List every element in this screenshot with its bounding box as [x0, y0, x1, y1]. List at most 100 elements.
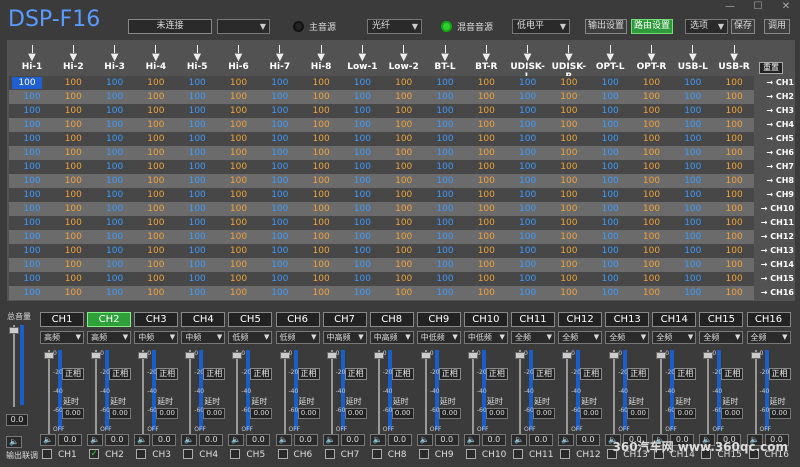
matrix-cell[interactable]: 100: [301, 175, 341, 187]
phase-button[interactable]: 正相: [674, 368, 697, 380]
filter-select[interactable]: 高频 ▼: [87, 331, 132, 344]
matrix-cell[interactable]: 100: [136, 91, 176, 103]
matrix-cell[interactable]: 100: [714, 287, 754, 299]
phase-button[interactable]: 正相: [62, 368, 84, 380]
matrix-cell[interactable]: 100: [53, 273, 93, 285]
matrix-cell[interactable]: 100: [53, 203, 93, 215]
matrix-cell[interactable]: 100: [425, 217, 465, 229]
matrix-cell[interactable]: 100: [95, 105, 135, 117]
matrix-cell[interactable]: 100: [549, 259, 589, 271]
matrix-cell[interactable]: 100: [714, 119, 754, 131]
matrix-cell[interactable]: 100: [549, 91, 589, 103]
matrix-cell[interactable]: 100: [673, 259, 713, 271]
master-fader[interactable]: [9, 325, 19, 407]
matrix-cell[interactable]: 100: [384, 105, 424, 117]
matrix-cell[interactable]: 100: [590, 161, 630, 173]
matrix-cell[interactable]: 100: [53, 133, 93, 145]
matrix-cell[interactable]: 100: [95, 231, 135, 243]
delay-value[interactable]: 0.00: [156, 408, 179, 419]
matrix-cell[interactable]: 100: [590, 105, 630, 117]
minimize-icon[interactable]: —: [716, 0, 744, 14]
matrix-cell[interactable]: 100: [301, 203, 341, 215]
delay-value[interactable]: 0.00: [627, 408, 650, 419]
matrix-cell[interactable]: 100: [12, 189, 52, 201]
matrix-cell[interactable]: 100: [508, 259, 548, 271]
delay-value[interactable]: 0.00: [297, 408, 320, 419]
matrix-cell[interactable]: 100: [384, 77, 424, 89]
matrix-cell[interactable]: 100: [301, 287, 341, 299]
matrix-cell[interactable]: 100: [53, 147, 93, 159]
matrix-cell[interactable]: 100: [714, 91, 754, 103]
matrix-cell[interactable]: 100: [466, 161, 506, 173]
matrix-cell[interactable]: 100: [177, 217, 217, 229]
matrix-cell[interactable]: 100: [425, 287, 465, 299]
matrix-cell[interactable]: 100: [301, 259, 341, 271]
matrix-cell[interactable]: 100: [425, 245, 465, 257]
matrix-cell[interactable]: 100: [12, 273, 52, 285]
filter-select[interactable]: 中高频 ▼: [322, 331, 367, 344]
matrix-cell[interactable]: 100: [301, 217, 341, 229]
matrix-cell[interactable]: 100: [219, 175, 259, 187]
matrix-cell[interactable]: 100: [95, 259, 135, 271]
matrix-cell[interactable]: 100: [301, 231, 341, 243]
matrix-cell[interactable]: 100: [95, 189, 135, 201]
matrix-cell[interactable]: 100: [590, 147, 630, 159]
phase-button[interactable]: 正相: [203, 368, 226, 380]
matrix-cell[interactable]: 100: [219, 77, 259, 89]
matrix-cell[interactable]: 100: [508, 77, 548, 89]
matrix-cell[interactable]: 100: [12, 175, 52, 187]
matrix-cell[interactable]: 100: [53, 77, 93, 89]
matrix-cell[interactable]: 100: [136, 175, 176, 187]
matrix-cell[interactable]: 100: [466, 203, 506, 215]
matrix-cell[interactable]: 100: [136, 245, 176, 257]
matrix-cell[interactable]: 100: [673, 189, 713, 201]
matrix-cell[interactable]: 100: [342, 231, 382, 243]
matrix-cell[interactable]: 100: [425, 77, 465, 89]
matrix-cell[interactable]: 100: [590, 91, 630, 103]
matrix-cell[interactable]: 100: [549, 175, 589, 187]
matrix-cell[interactable]: 100: [508, 119, 548, 131]
matrix-cell[interactable]: 100: [53, 91, 93, 103]
matrix-cell[interactable]: 100: [219, 287, 259, 299]
matrix-cell[interactable]: 100: [219, 91, 259, 103]
matrix-cell[interactable]: 100: [425, 231, 465, 243]
matrix-cell[interactable]: 100: [590, 133, 630, 145]
matrix-cell[interactable]: 100: [384, 273, 424, 285]
matrix-cell[interactable]: 100: [673, 203, 713, 215]
matrix-cell[interactable]: 100: [632, 91, 672, 103]
matrix-cell[interactable]: 100: [342, 203, 382, 215]
matrix-cell[interactable]: 100: [177, 175, 217, 187]
matrix-cell[interactable]: 100: [260, 245, 300, 257]
matrix-cell[interactable]: 100: [260, 203, 300, 215]
matrix-cell[interactable]: 100: [219, 161, 259, 173]
matrix-cell[interactable]: 100: [12, 133, 52, 145]
matrix-cell[interactable]: 100: [260, 105, 300, 117]
matrix-cell[interactable]: 100: [673, 175, 713, 187]
matrix-cell[interactable]: 100: [219, 147, 259, 159]
output-link-checkbox[interactable]: ✓: [89, 449, 100, 459]
delay-value[interactable]: 0.00: [485, 408, 508, 419]
output-link-checkbox[interactable]: [560, 449, 571, 459]
matrix-cell[interactable]: 100: [425, 161, 465, 173]
phase-button[interactable]: 正相: [344, 368, 367, 380]
matrix-cell[interactable]: 100: [549, 105, 589, 117]
matrix-cell[interactable]: 100: [301, 91, 341, 103]
matrix-cell[interactable]: 100: [342, 175, 382, 187]
matrix-cell[interactable]: 100: [466, 273, 506, 285]
matrix-cell[interactable]: 100: [632, 119, 672, 131]
matrix-cell[interactable]: 100: [714, 147, 754, 159]
matrix-cell[interactable]: 100: [590, 273, 630, 285]
delay-value[interactable]: 0.00: [344, 408, 367, 419]
filter-select[interactable]: 全频 ▼: [652, 331, 697, 344]
matrix-cell[interactable]: 100: [549, 287, 589, 299]
matrix-cell[interactable]: 100: [590, 217, 630, 229]
matrix-cell[interactable]: 100: [549, 119, 589, 131]
matrix-cell[interactable]: 100: [260, 273, 300, 285]
matrix-cell[interactable]: 100: [466, 287, 506, 299]
matrix-cell[interactable]: 100: [219, 189, 259, 201]
channel-button[interactable]: CH7: [322, 312, 367, 327]
matrix-cell[interactable]: 100: [136, 287, 176, 299]
matrix-cell[interactable]: 100: [177, 259, 217, 271]
matrix-cell[interactable]: 100: [632, 105, 672, 117]
matrix-cell[interactable]: 100: [508, 273, 548, 285]
